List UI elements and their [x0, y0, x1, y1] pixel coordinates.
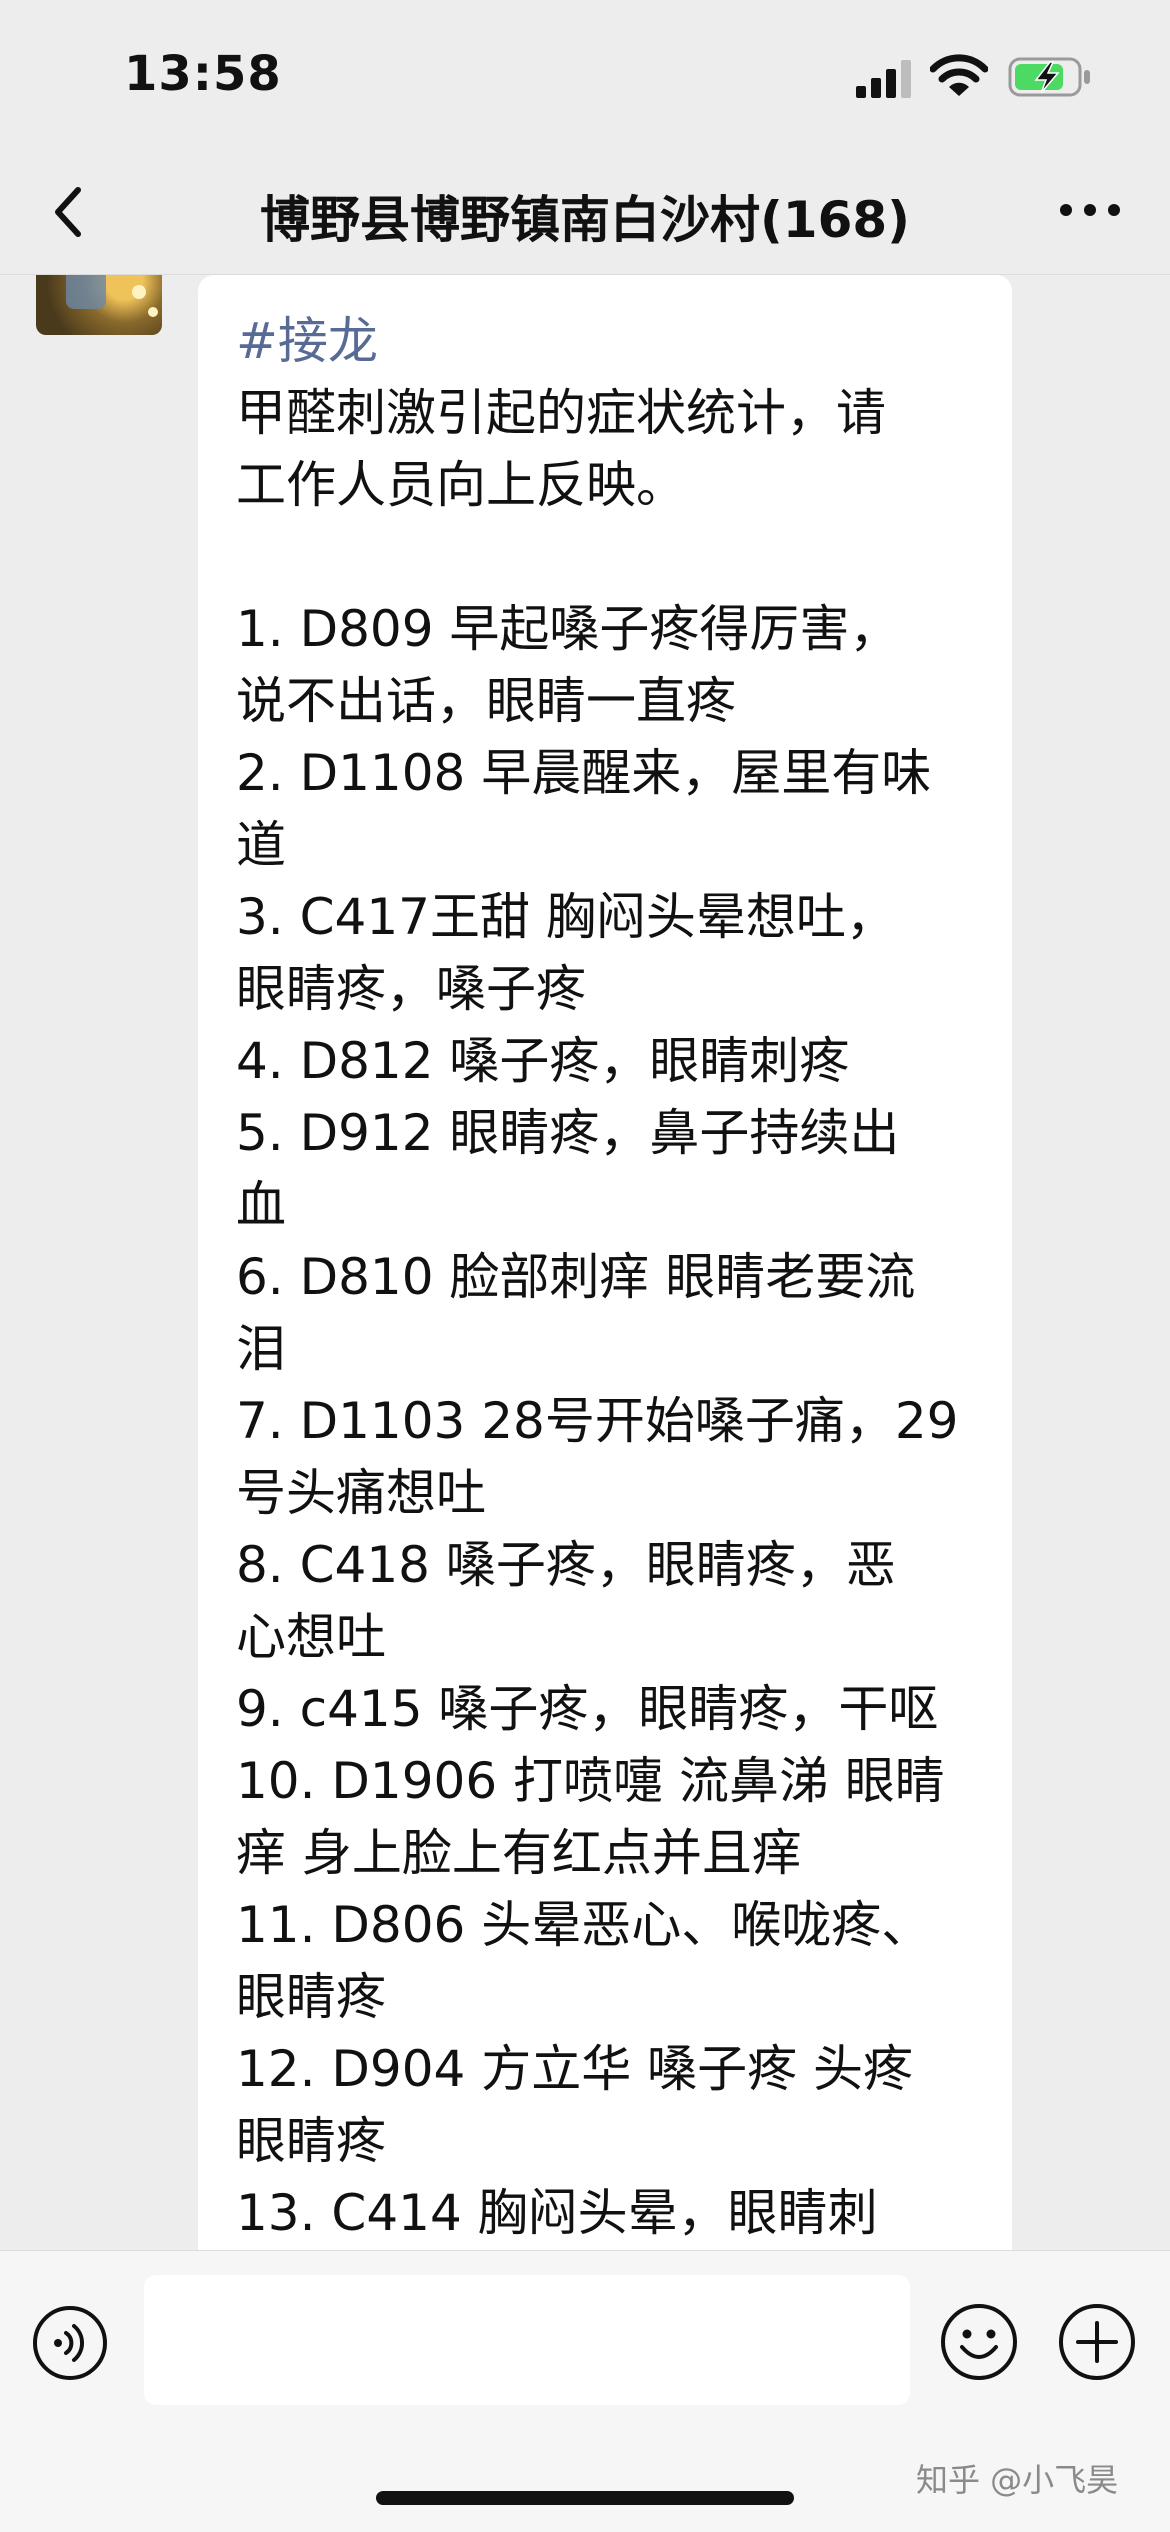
wechat-group-chat-screen: 13:58 博野县博野镇南白沙村(168) #接龙 甲醛刺激引起的症状统计，请 … — [0, 0, 1170, 2532]
message-line: 9. c415 嗓子疼，眼睛疼，干呕 — [236, 1680, 939, 1738]
back-button[interactable] — [40, 176, 100, 248]
more-functions-plus-button[interactable] — [1056, 2301, 1138, 2383]
status-time: 13:58 — [124, 46, 282, 102]
message-text: #接龙 甲醛刺激引起的症状统计，请 工作人员向上反映。 1. D809 早起嗓子疼得… — [236, 305, 996, 2249]
status-bar: 13:58 — [0, 0, 1170, 150]
voice-input-button[interactable] — [30, 2303, 110, 2383]
message-line: 说不出话，眼睛一直疼 — [236, 672, 736, 730]
message-line: 痒 身上脸上有红点并且痒 — [236, 1824, 802, 1882]
message-line: 1. D809 早起嗓子疼得厉害， — [236, 600, 900, 658]
message-input[interactable] — [144, 2275, 910, 2405]
message-line: 5. D912 眼睛疼，鼻子持续出 — [236, 1104, 900, 1162]
emoji-button[interactable] — [938, 2301, 1020, 2383]
more-options-button[interactable] — [1050, 180, 1130, 240]
battery-charging-icon — [1008, 57, 1090, 97]
chat-title: 博野县博野镇南白沙村(168) — [259, 191, 911, 249]
sender-avatar[interactable] — [36, 275, 162, 335]
message-line: 7. D1103 28号开始嗓子痛，29 — [236, 1392, 959, 1450]
message-line: 3. C417王甜 胸闷头晕想吐， — [236, 888, 896, 946]
message-hashtag[interactable]: #接龙 — [236, 305, 996, 377]
avatar-figure — [66, 275, 106, 309]
chat-message-list[interactable]: #接龙 甲醛刺激引起的症状统计，请 工作人员向上反映。 1. D809 早起嗓子疼得… — [0, 275, 1170, 2250]
message-line: 眼睛疼，嗓子疼 — [236, 960, 586, 1018]
message-line: 8. C418 嗓子疼，眼睛疼，恶 — [236, 1536, 896, 1594]
message-line: 工作人员向上反映。 — [236, 456, 686, 514]
avatar-light — [148, 307, 158, 317]
avatar-light — [132, 285, 146, 299]
message-lines: 甲醛刺激引起的症状统计，请 工作人员向上反映。 1. D809 早起嗓子疼得厉害， 说… — [236, 377, 996, 2249]
input-bar: 知乎 @小飞昊 — [0, 2250, 1170, 2532]
message-line: 血 — [236, 1176, 286, 1234]
message-line: 4. D812 嗓子疼，眼睛刺疼 — [236, 1032, 850, 1090]
message-line: 心想吐 — [236, 1608, 386, 1666]
message-line: 12. D904 方立华 嗓子疼 头疼 — [236, 2040, 914, 2098]
message-line: 甲醛刺激引起的症状统计，请 — [236, 384, 886, 442]
message-line: 11. D806 头晕恶心、喉咙疼、 — [236, 1896, 932, 1954]
message-line: 号头痛想吐 — [236, 1464, 486, 1522]
message-line: 泪 — [236, 1320, 286, 1378]
message-line: 眼睛疼 — [236, 2112, 386, 2170]
source-watermark: 知乎 @小飞昊 — [916, 2461, 1119, 2499]
message-line: 13. C414 胸闷头晕，眼睛刺 — [236, 2184, 878, 2242]
chat-header: 博野县博野镇南白沙村(168) — [0, 150, 1170, 275]
message-bubble[interactable]: #接龙 甲醛刺激引起的症状统计，请 工作人员向上反映。 1. D809 早起嗓子疼得… — [198, 275, 1012, 2250]
message-line: 眼睛疼 — [236, 1968, 386, 2026]
message-line: 10. D1906 打喷嚏 流鼻涕 眼睛 — [236, 1752, 945, 1810]
cellular-signal-icon — [856, 60, 911, 98]
message-line: 6. D810 脸部刺痒 眼睛老要流 — [236, 1248, 916, 1306]
home-indicator[interactable] — [376, 2491, 794, 2505]
wifi-icon — [930, 54, 988, 96]
message-line: 2. D1108 早晨醒来，屋里有味 — [236, 744, 932, 802]
message-line: 道 — [236, 816, 286, 874]
